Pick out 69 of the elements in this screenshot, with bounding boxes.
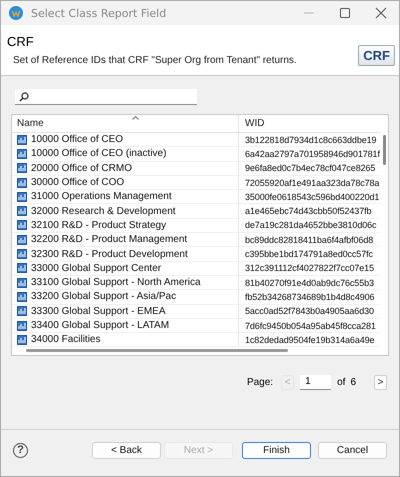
table-cell[interactable]: 33100 Global Support - North America — [31, 277, 201, 288]
table-cell[interactable]: 5acc0ad52f7843b0a4905aa6d30 — [245, 306, 374, 316]
org-icon — [17, 206, 27, 216]
column-header[interactable]: WID — [239, 115, 379, 132]
dialog-button[interactable]: < Back — [92, 442, 161, 458]
page-of-label: of — [337, 377, 346, 388]
org-icon — [17, 306, 27, 316]
header-title: CRF — [7, 34, 35, 49]
window-title: Select Class Report Field — [31, 6, 168, 20]
org-icon — [17, 163, 27, 174]
header-label: Name — [17, 118, 44, 129]
table-cell[interactable]: 32300 R&D - Product Development — [31, 248, 188, 260]
crf-badge: CRF — [358, 44, 395, 66]
org-icon — [17, 334, 27, 345]
org-icon — [17, 263, 27, 274]
org-icon — [17, 278, 27, 288]
app-icon — [9, 6, 23, 20]
table-cell[interactable]: fb52b34268734689b1b4d8c4906 — [245, 292, 374, 302]
table-cell[interactable]: 72055920af1e491aa323da78c78a — [245, 178, 380, 188]
table-cell[interactable]: 10000 Office of CEO (inactive) — [31, 148, 166, 160]
table-cell[interactable]: 32000 Research & Development — [31, 206, 176, 217]
table-cell[interactable]: 33300 Global Support - EMEA — [31, 306, 166, 317]
table-cell[interactable]: 6a42aa2797a701958946d901781f — [245, 148, 380, 159]
search-field[interactable] — [15, 89, 197, 105]
table-cell[interactable]: 20000 Office of CRMO — [31, 162, 132, 174]
table-cell[interactable]: 1c82dedad9504fe19b314a6a49e — [245, 334, 374, 345]
table-cell[interactable]: c395bbe1bd174791a8ed0cc57fc — [245, 249, 373, 260]
table-cell[interactable]: 312c391112cf4027822f7cc07e15 — [245, 263, 374, 274]
org-icon — [17, 134, 27, 145]
table-cell[interactable]: 9e6fa8ed0c7b4ec78cf047ce8265 — [245, 163, 376, 174]
maximize-icon[interactable] — [339, 7, 351, 19]
table-cell[interactable]: 81b40270f91e4d0ab9dc76c55b3 — [245, 278, 374, 288]
scrollbar-thumb[interactable] — [382, 135, 386, 165]
dialog-button[interactable]: Finish — [242, 442, 311, 458]
page-total: 6 — [350, 377, 356, 388]
org-icon — [17, 192, 27, 202]
table-cell[interactable]: 30000 Office of COO — [31, 177, 124, 188]
org-icon — [17, 234, 27, 245]
table-cell[interactable]: 3b122818d7934d1c8c663ddbe19 — [245, 134, 376, 145]
table-cell[interactable]: 34000 Facilities — [31, 334, 100, 346]
search-icon — [19, 92, 29, 102]
next-page-button[interactable]: > — [374, 375, 387, 390]
table-cell[interactable]: 32100 R&D - Product Strategy — [31, 220, 166, 231]
table-cell[interactable]: 10000 Office of CEO — [31, 134, 124, 146]
page-number-field[interactable]: 1 — [300, 375, 332, 390]
org-icon — [17, 220, 27, 230]
header-label: WID — [245, 118, 264, 129]
table-cell[interactable]: 35000fe0618543c596bd400220d1 — [245, 192, 380, 202]
table-cell[interactable]: 33000 Global Support Center — [31, 262, 162, 274]
org-icon — [17, 292, 27, 302]
table-cell[interactable]: 7d6fc9450b054a95ab45f8cca281 — [245, 320, 376, 330]
table-cell[interactable]: a1e465ebc74d43cbb50f52437fb — [245, 206, 372, 216]
close-icon[interactable] — [375, 7, 387, 19]
org-icon — [17, 249, 27, 260]
help-button[interactable]: ? — [13, 442, 28, 458]
org-icon — [17, 320, 27, 330]
dialog-button[interactable]: Cancel — [318, 442, 387, 458]
org-icon — [17, 178, 27, 188]
table-cell[interactable]: 31000 Operations Management — [31, 191, 172, 202]
table-cell[interactable]: de7a19c281da4652bbe3810d06c — [245, 220, 376, 230]
column-header[interactable]: Name — [12, 115, 239, 132]
table-cell[interactable]: 32200 R&D - Product Management — [31, 234, 188, 246]
scrollbar-thumb[interactable] — [26, 349, 288, 352]
header-description: Set of Reference IDs that CRF "Super Org from Tenant" returns. — [12, 55, 298, 66]
table-cell[interactable]: bc89ddc82818411ba6f4afbf06d8 — [245, 234, 374, 245]
table-cell[interactable]: 33400 Global Support - LATAM — [31, 320, 170, 331]
page-label: Page: — [246, 377, 274, 388]
org-icon — [17, 148, 27, 159]
table-cell[interactable]: 33200 Global Support - Asia/Pac — [31, 291, 176, 302]
